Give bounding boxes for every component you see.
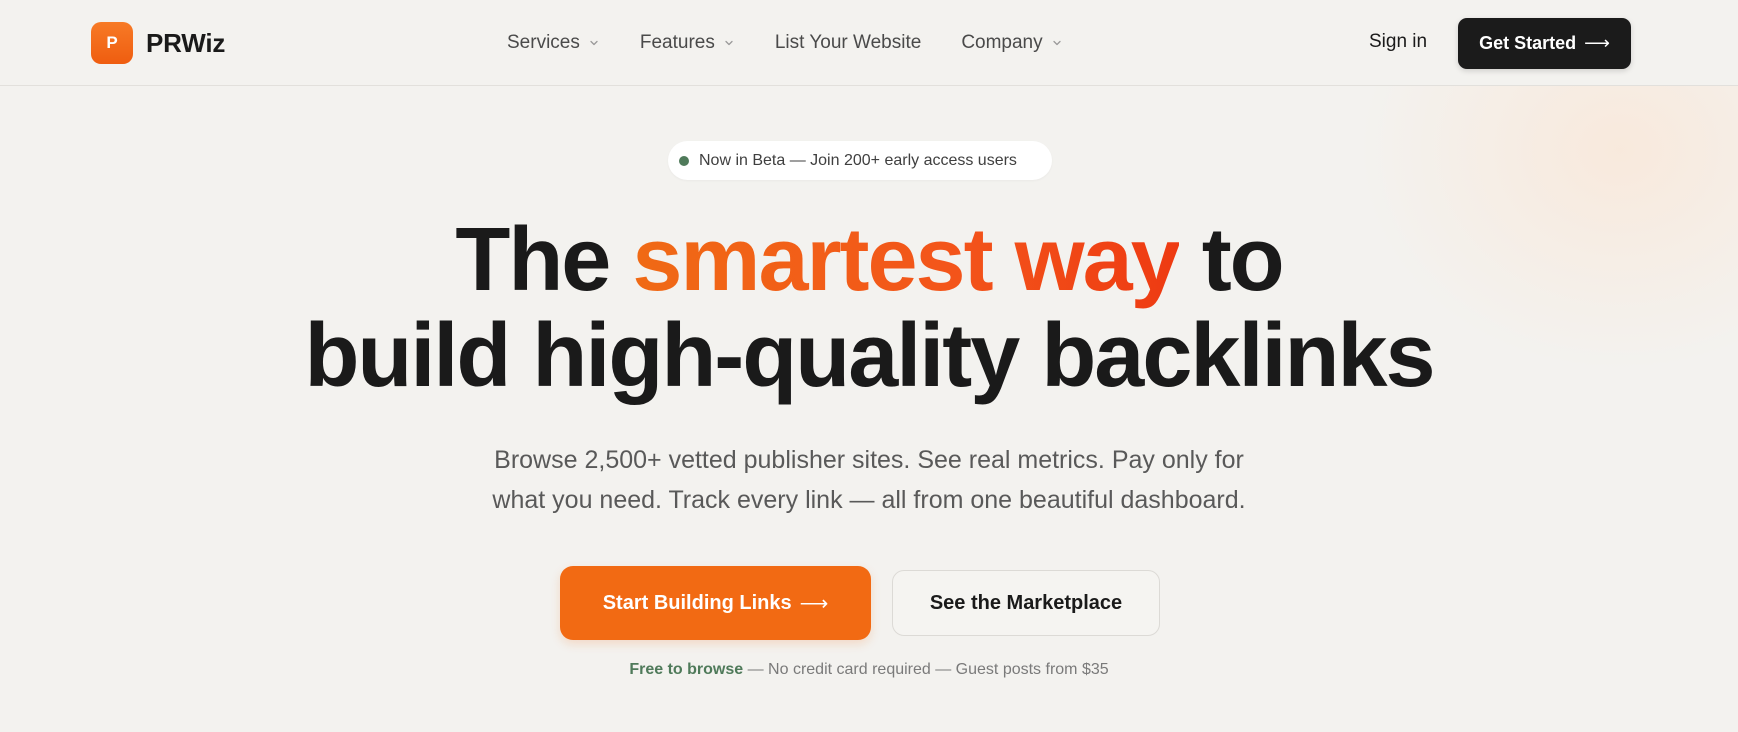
headline-part-1: The xyxy=(455,210,633,310)
main-nav: Services Features List Your Website Comp… xyxy=(507,0,1103,86)
chevron-down-icon xyxy=(725,40,733,46)
chevron-down-icon xyxy=(590,40,598,46)
nav-item-services[interactable]: Services xyxy=(507,32,600,54)
landing-page: P PRWiz Services Features List Your Webs… xyxy=(0,0,1738,732)
hero-subtitle: Browse 2,500+ vetted publisher sites. Se… xyxy=(0,440,1738,520)
subtitle-line-1: Browse 2,500+ vetted publisher sites. Se… xyxy=(494,446,1244,474)
get-started-button[interactable]: Get Started ⟶ xyxy=(1458,18,1631,69)
sign-in-link[interactable]: Sign in xyxy=(1369,31,1427,53)
headline-line-1: The smartest way to xyxy=(0,212,1738,308)
nav-item-company[interactable]: Company xyxy=(961,32,1062,54)
primary-cta-label: Start Building Links xyxy=(602,591,792,614)
headline-line-2: build high-quality backlinks xyxy=(304,306,1435,406)
footnote-highlight: Free to browse xyxy=(629,661,744,678)
nav-item-label: Company xyxy=(961,32,1043,53)
beta-badge: Now in Beta — Join 200+ early access use… xyxy=(668,141,1052,180)
nav-item-list-your-website[interactable]: List Your Website xyxy=(775,32,921,54)
arrow-right-icon: ⟶ xyxy=(1584,33,1610,53)
status-dot-icon xyxy=(679,155,689,166)
hero-headline: The smartest way to build high-quality b… xyxy=(0,212,1738,404)
arrow-right-icon: ⟶ xyxy=(799,592,829,615)
start-building-links-button[interactable]: Start Building Links ⟶ xyxy=(560,566,871,640)
secondary-cta-label: See the Marketplace xyxy=(929,591,1123,614)
logo[interactable]: P PRWiz xyxy=(91,22,225,64)
headline-part-2: to xyxy=(1178,210,1285,310)
logo-mark: P xyxy=(91,22,133,64)
nav-item-features[interactable]: Features xyxy=(640,32,735,54)
headline-accent: smartest way xyxy=(632,210,1180,310)
hero-footnote: Free to browse — No credit card required… xyxy=(0,661,1738,679)
nav-item-label: List Your Website xyxy=(774,32,922,53)
nav-item-label: Services xyxy=(507,32,580,53)
get-started-label: Get Started xyxy=(1479,33,1577,53)
chevron-down-icon xyxy=(1052,40,1061,46)
see-marketplace-button[interactable]: See the Marketplace xyxy=(892,570,1160,636)
subtitle-line-2: what you need. Track every link — all fr… xyxy=(492,486,1246,514)
top-navigation: P PRWiz Services Features List Your Webs… xyxy=(0,0,1738,86)
beta-badge-text: Now in Beta — Join 200+ early access use… xyxy=(699,151,1017,169)
footnote-text: — No credit card required — Guest posts … xyxy=(743,661,1109,678)
nav-item-label: Features xyxy=(639,32,715,53)
logo-text: PRWiz xyxy=(146,27,226,58)
